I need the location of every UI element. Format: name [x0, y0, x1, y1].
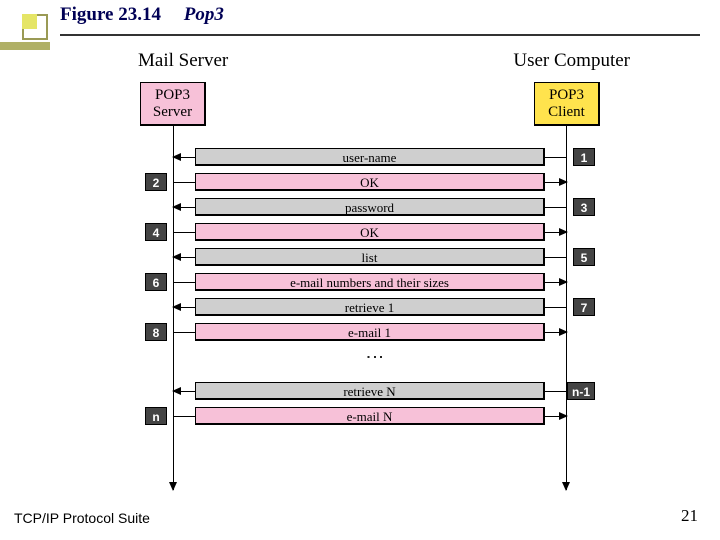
message-bar: list: [195, 248, 545, 266]
message-connector: [173, 282, 195, 283]
message-row: OK2: [173, 173, 567, 193]
message-row: retrieve 17: [173, 298, 567, 318]
message-bar: OK: [195, 223, 545, 241]
pop3-client-label: POP3 Client: [548, 87, 585, 120]
pop3-sequence-diagram: Mail Server User Computer POP3 Server PO…: [120, 50, 630, 490]
arrow-left-icon: [172, 387, 181, 395]
footer-source: TCP/IP Protocol Suite: [14, 510, 150, 526]
arrow-left-icon: [172, 303, 181, 311]
message-row: e-mail numbers and their sizes6: [173, 273, 567, 293]
message-connector: [173, 182, 195, 183]
message-connector: [545, 257, 567, 258]
message-connector: [173, 232, 195, 233]
message-connector: [545, 391, 567, 392]
step-number: 3: [573, 198, 595, 216]
message-row: list5: [173, 248, 567, 268]
column-label-server: Mail Server: [138, 50, 228, 72]
column-label-client: User Computer: [513, 50, 630, 72]
arrow-right-icon: [559, 412, 568, 420]
arrow-right-icon: [559, 178, 568, 186]
figure-name: Pop3: [184, 4, 224, 25]
ellipsis-vertical-icon: ⋮: [364, 348, 386, 368]
step-number: 5: [573, 248, 595, 266]
arrow-right-icon: [559, 228, 568, 236]
message-bar: retrieve N: [195, 382, 545, 400]
title-underline: [60, 34, 700, 36]
message-bar: OK: [195, 173, 545, 191]
message-row: e-mail 18: [173, 323, 567, 343]
figure-number: Figure 23.14: [60, 4, 161, 25]
arrow-left-icon: [172, 153, 181, 161]
pop3-server-label: POP3 Server: [153, 87, 192, 120]
message-row: user-name1: [173, 148, 567, 168]
message-connector: [173, 416, 195, 417]
message-row: password3: [173, 198, 567, 218]
step-number: n-1: [567, 382, 595, 400]
message-row: e-mail Nn: [173, 407, 567, 427]
slide-bullet-icon: [22, 14, 48, 40]
message-row: OK4: [173, 223, 567, 243]
step-number: 4: [145, 223, 167, 241]
message-bar: retrieve 1: [195, 298, 545, 316]
step-number: 7: [573, 298, 595, 316]
message-bar: password: [195, 198, 545, 216]
arrow-left-icon: [172, 253, 181, 261]
message-bar: e-mail numbers and their sizes: [195, 273, 545, 291]
page-number: 21: [681, 506, 698, 526]
message-connector: [545, 207, 567, 208]
step-number: n: [145, 407, 167, 425]
pop3-client-node: POP3 Client: [534, 82, 600, 126]
message-bar: user-name: [195, 148, 545, 166]
step-number: 6: [145, 273, 167, 291]
message-connector: [545, 307, 567, 308]
message-bar: e-mail 1: [195, 323, 545, 341]
message-connector: [545, 157, 567, 158]
slide-accent-bar: [0, 42, 50, 50]
pop3-server-node: POP3 Server: [140, 82, 206, 126]
step-number: 8: [145, 323, 167, 341]
message-bar: e-mail N: [195, 407, 545, 425]
arrow-left-icon: [172, 203, 181, 211]
arrow-right-icon: [559, 328, 568, 336]
step-number: 2: [145, 173, 167, 191]
message-connector: [173, 332, 195, 333]
step-number: 1: [573, 148, 595, 166]
arrow-right-icon: [559, 278, 568, 286]
message-row: retrieve Nn-1: [173, 382, 567, 402]
figure-title: Figure 23.14 Pop3: [60, 4, 224, 26]
